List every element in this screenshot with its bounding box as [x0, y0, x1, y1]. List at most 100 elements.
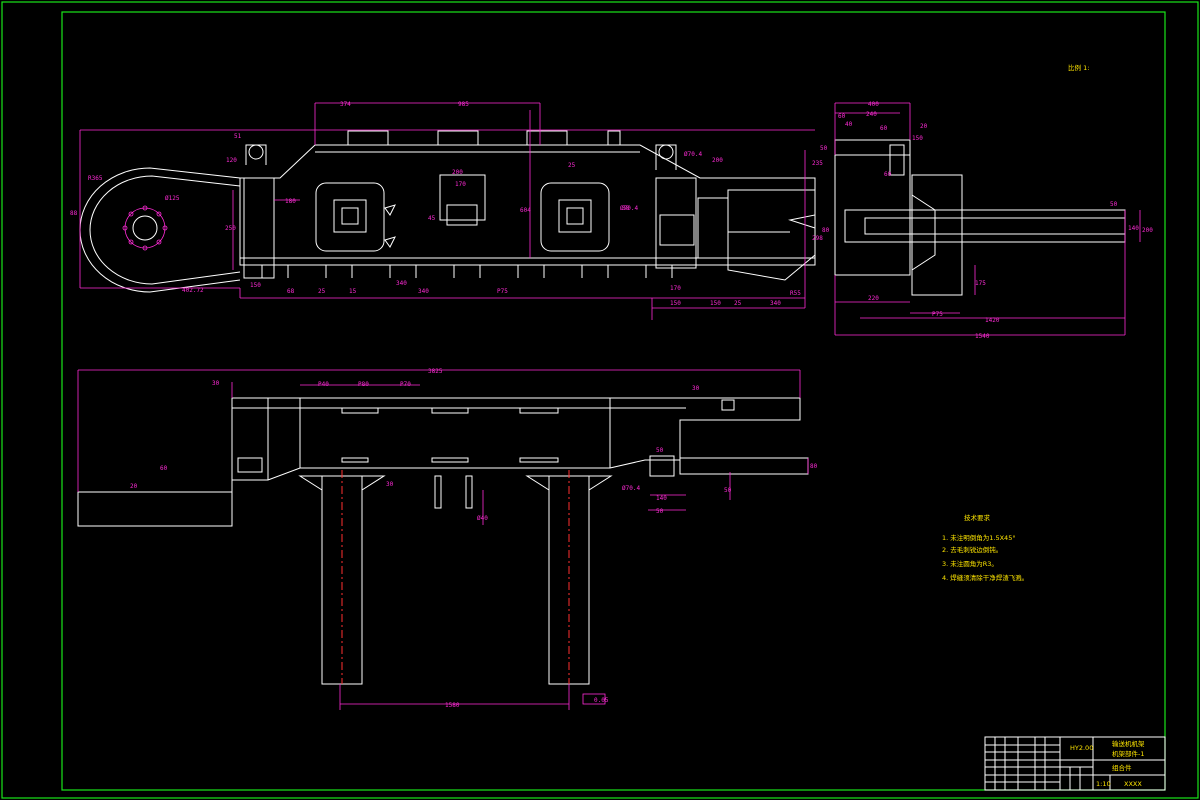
leg-gusset [588, 475, 613, 491]
head-hub [649, 455, 675, 477]
dim-label: 0.05 [594, 697, 609, 704]
dim-label: 45 [428, 215, 436, 222]
bearing-seat-left [315, 182, 385, 252]
dim-label: Ø70.4 [620, 205, 638, 212]
bearing-seat-right [540, 182, 610, 252]
lug-plate [655, 144, 677, 170]
dim-label: 604 [520, 207, 531, 214]
dim-label: 30 [692, 385, 700, 392]
side-frame [834, 154, 911, 276]
top-hole [721, 399, 735, 411]
drawing-title-1: 输送机机架 [1112, 739, 1145, 748]
dim-label: P75 [932, 311, 943, 318]
tech-item: 4. 焊缝须清除干净焊渣飞溅。 [942, 573, 1028, 582]
bearing-bore [333, 199, 367, 233]
dim-label: 30 [212, 380, 220, 387]
tech-item: 2. 去毛刺锐边倒钝。 [942, 545, 1002, 554]
dim-label: 50 [820, 145, 828, 152]
bearing-inner [341, 207, 359, 225]
bearing-inner [566, 207, 584, 225]
dim-label: 250 [225, 225, 236, 232]
top-block [437, 130, 479, 146]
dim-label: 170 [670, 285, 681, 292]
dim-label: 68 [287, 288, 295, 295]
top-beam [231, 397, 801, 481]
dim-label: 175 [975, 280, 986, 287]
side-lug [889, 144, 905, 176]
dim-label: 40 [845, 121, 853, 128]
finish-symbol [384, 204, 396, 216]
dim-label: 220 [868, 295, 879, 302]
tech-title: 技术要求 [964, 513, 991, 522]
dim-label: 25 [318, 288, 326, 295]
title-block: HY2.00 输送机机架 机架部件-1 组合件 1:10 XXXX [984, 736, 1166, 791]
bottom-bolts [261, 265, 673, 278]
side-shaft-outer [844, 209, 1126, 243]
tech-item: 1. 未注明倒角为1.5X45° [942, 533, 1016, 542]
dim-label: 200 [452, 169, 463, 176]
dim-label: P80 [358, 381, 369, 388]
outer-border [1, 1, 1199, 799]
side-view [834, 139, 1126, 296]
dim-label: 140 [1128, 225, 1139, 232]
dim-label: 200 [712, 157, 723, 164]
head-motor [697, 197, 729, 259]
dim-label: P40 [318, 381, 329, 388]
bolt-holes [122, 205, 168, 251]
dim-label: 60 [160, 465, 168, 472]
company: XXXX [1124, 780, 1142, 788]
dim-label: 60 [880, 125, 888, 132]
leg-gusset [525, 475, 550, 491]
dim-label: 50 [724, 487, 732, 494]
dim-label: 88 [70, 210, 78, 217]
dim-label: 150 [670, 300, 681, 307]
leg-gusset [361, 475, 386, 491]
bottom-slot [431, 457, 469, 463]
dim-label: 298 [812, 235, 823, 242]
drawing-number: HY2.00 [1070, 744, 1093, 752]
side-housing [911, 174, 963, 296]
dim-label: 30 [386, 481, 394, 488]
tail-shaft [132, 215, 158, 241]
dim-label: 402.72 [182, 287, 204, 294]
top-block [347, 130, 389, 146]
dim-label: 60 [884, 171, 892, 178]
scale: 1:10 [1096, 780, 1111, 788]
dim-label: 3825 [428, 368, 443, 375]
dim-label: 80 [822, 227, 830, 234]
main-beam [239, 144, 816, 266]
side-view-dims [834, 102, 1141, 336]
center-block [446, 204, 478, 226]
leg-gusset [298, 475, 323, 491]
dim-label: 400 [868, 101, 879, 108]
top-block [607, 130, 621, 146]
scale-note: 比例 1: [1068, 63, 1089, 72]
head-clamp [727, 189, 816, 281]
lug-plate [245, 144, 267, 165]
finish-symbol [384, 236, 396, 248]
material: 组合件 [1112, 763, 1132, 772]
bottom-slot [519, 457, 559, 463]
dim-label: Ø40 [477, 515, 488, 522]
dim-label: 985 [458, 101, 469, 108]
tail-housing [79, 167, 241, 293]
dim-label: P70 [400, 381, 411, 388]
dim-label: 51 [234, 133, 242, 140]
bolt-circle [124, 207, 166, 249]
side-shaft-inner [864, 217, 1126, 235]
dim-label: R55 [790, 290, 801, 297]
dim-label: 240 [866, 111, 877, 118]
dim-label: 15 [349, 288, 357, 295]
dim-label: 374 [340, 101, 351, 108]
dim-label: 60 [838, 113, 846, 120]
top-view [77, 397, 809, 685]
dim-label: 150 [710, 300, 721, 307]
dim-label: 200 [1142, 227, 1153, 234]
dim-label: Ø125 [165, 195, 180, 202]
head-window [659, 214, 695, 246]
dim-label: 25 [734, 300, 742, 307]
dim-label: 20 [920, 123, 928, 130]
lifting-lug [248, 144, 264, 160]
dim-label: 180 [285, 198, 296, 205]
dim-label: 340 [418, 288, 429, 295]
